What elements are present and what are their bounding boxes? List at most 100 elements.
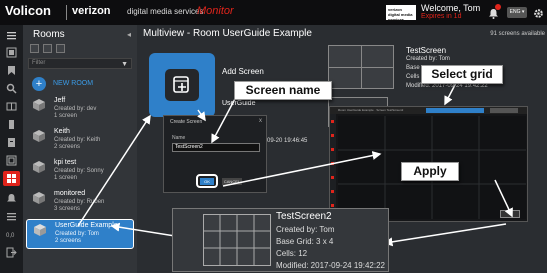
panel-icon[interactable] — [6, 155, 17, 166]
volicon-logo: Volicon — [5, 3, 51, 18]
tag-icon[interactable]: 0,0 — [6, 229, 17, 240]
icon-rail: 0,0 — [0, 25, 23, 273]
testscreen-base: Base — [406, 65, 420, 71]
product-name: Monitor — [197, 5, 234, 17]
room-name: UserGuide Example — [55, 222, 118, 229]
room-screen-count: 1 screen — [54, 113, 78, 119]
preview-modified: Modified: 2017-09-24 19:42:22 — [276, 261, 385, 270]
room-item-keith[interactable]: Keith Created by: Keith 2 screens — [26, 126, 134, 156]
room-avatar-icon — [33, 99, 45, 111]
channel-dot — [331, 176, 334, 179]
room-screen-count: 1 screen — [54, 175, 78, 181]
room-item-jeff[interactable]: Jeff Created by: dev 1 screen — [26, 95, 134, 125]
grid-option[interactable] — [490, 108, 518, 113]
add-screen-tile[interactable] — [149, 53, 215, 117]
channel-dot — [331, 148, 334, 151]
verizon-logo: verizon — [72, 5, 111, 17]
screen-name-callout: Screen name — [234, 81, 332, 100]
screen-modified-partial: 09-20 19:46:45 — [267, 138, 308, 144]
ok-highlight-ring — [196, 174, 218, 188]
list-icon[interactable] — [6, 211, 17, 222]
language-label: ENG — [509, 9, 521, 15]
channel-dot — [331, 120, 334, 123]
cancel-button[interactable]: CANCEL — [222, 178, 242, 185]
channel-dot — [331, 190, 334, 193]
room-item-kpi-test[interactable]: kpi test Created by: Sonny 1 screen — [26, 157, 134, 187]
screens-available-count: 91 screens available — [490, 31, 545, 37]
top-bar: Volicon verizon digital media services M… — [0, 0, 547, 25]
room-avatar-icon — [33, 192, 45, 204]
channel-dot — [331, 162, 334, 165]
room-creator: Created by: Keith — [54, 137, 101, 143]
main-header: Multiview - Room UserGuide Example 91 sc… — [137, 25, 547, 42]
language-select[interactable]: ENG ▾ — [507, 7, 527, 18]
welcome-text[interactable]: Welcome, Tom — [421, 3, 480, 13]
room-name: kpi test — [54, 159, 77, 166]
logout-icon[interactable] — [6, 247, 17, 258]
create-screen-dialog: Create Screen x Name TestScreen2 OK CANC… — [163, 115, 267, 193]
room-item-userguide-example[interactable]: UserGuide Example Created by: Tom 2 scre… — [26, 219, 134, 249]
room-creator: Created by: dev — [54, 106, 97, 112]
room-filter-input[interactable]: Filter ▼ — [28, 58, 132, 69]
testscreen-cells: Cells — [406, 74, 420, 80]
dialog-title: Create Screen — [170, 119, 203, 125]
multiview-icon[interactable] — [6, 173, 17, 184]
room-creator: Created by: Ruben — [54, 199, 105, 205]
notification-dot — [495, 4, 501, 10]
preview-cells: Cells: 12 — [276, 249, 308, 258]
collapse-sidebar-icon[interactable]: ◂ — [127, 30, 131, 39]
grid-layout-selector[interactable] — [426, 108, 484, 113]
testscreen-tile[interactable] — [328, 45, 394, 89]
room-creator: Created by: Tom — [55, 231, 99, 237]
alert-icon[interactable] — [6, 137, 17, 148]
existing-screen-label: UserGuide — [222, 100, 256, 107]
new-room-plus-icon[interactable]: + — [32, 77, 46, 91]
new-room-button[interactable]: NEW ROOM — [53, 80, 93, 87]
grid-window-title: Room UserGuide Example · Screen TestScre… — [338, 108, 404, 112]
app-root: Volicon verizon digital media services M… — [0, 0, 547, 273]
preview-screen-name: TestScreen2 — [276, 211, 332, 222]
layout-icon[interactable] — [6, 47, 17, 58]
screen-name-label: Name — [172, 135, 186, 141]
testscreen-name: TestScreen — [406, 46, 447, 55]
preview-base-grid: Base Grid: 3 x 4 — [276, 237, 334, 246]
apply-callout: Apply — [401, 162, 459, 181]
info-icon[interactable] — [43, 44, 52, 53]
dialog-close-icon[interactable]: x — [259, 118, 262, 124]
settings-gear-icon[interactable] — [533, 6, 544, 18]
brand-divider — [66, 5, 67, 20]
vendor-subtitle: digital media services — [127, 7, 204, 16]
filter-placeholder: Filter — [32, 60, 46, 66]
room-name: monitored — [54, 190, 86, 197]
channel-dot — [331, 134, 334, 137]
expiry-text: Expires in 1d — [421, 13, 462, 20]
room-name: Keith — [54, 128, 70, 135]
grid-window-sidebar — [330, 114, 336, 221]
menu-icon[interactable] — [6, 30, 17, 41]
delete-icon[interactable] — [56, 44, 65, 53]
search-icon[interactable] — [6, 83, 17, 94]
room-screen-count: 3 screens — [54, 206, 81, 212]
vendor-badge: verizon digital media services — [386, 5, 416, 22]
room-screen-count: 2 screens — [54, 144, 81, 150]
room-screen-count: 2 screens — [55, 238, 82, 244]
filter-funnel-icon[interactable]: ▼ — [121, 60, 128, 69]
apply-grid-button[interactable] — [500, 210, 520, 218]
clip-icon[interactable] — [6, 119, 17, 130]
rooms-sidebar: Rooms ◂ Filter ▼ + NEW ROOM Jeff Created… — [23, 25, 137, 273]
screen-name-input[interactable]: TestScreen2 — [172, 143, 260, 152]
grid-icon[interactable] — [6, 101, 17, 112]
testscreen-creator: Created by: Tom — [406, 56, 450, 62]
screen-name-value: TestScreen2 — [175, 144, 203, 150]
bell-icon[interactable] — [6, 193, 17, 204]
copy-icon[interactable] — [30, 44, 39, 53]
channel-dot — [331, 204, 334, 207]
room-creator: Created by: Sonny — [54, 168, 104, 174]
sidebar-title: Rooms — [33, 29, 65, 40]
room-name: Jeff — [54, 97, 66, 104]
room-item-monitored[interactable]: monitored Created by: Ruben 3 screens — [26, 188, 134, 218]
page-title: Multiview - Room UserGuide Example — [143, 28, 312, 39]
svg-text:0,0: 0,0 — [6, 233, 15, 239]
add-screen-icon — [165, 69, 199, 101]
bookmark-icon[interactable] — [6, 65, 17, 76]
